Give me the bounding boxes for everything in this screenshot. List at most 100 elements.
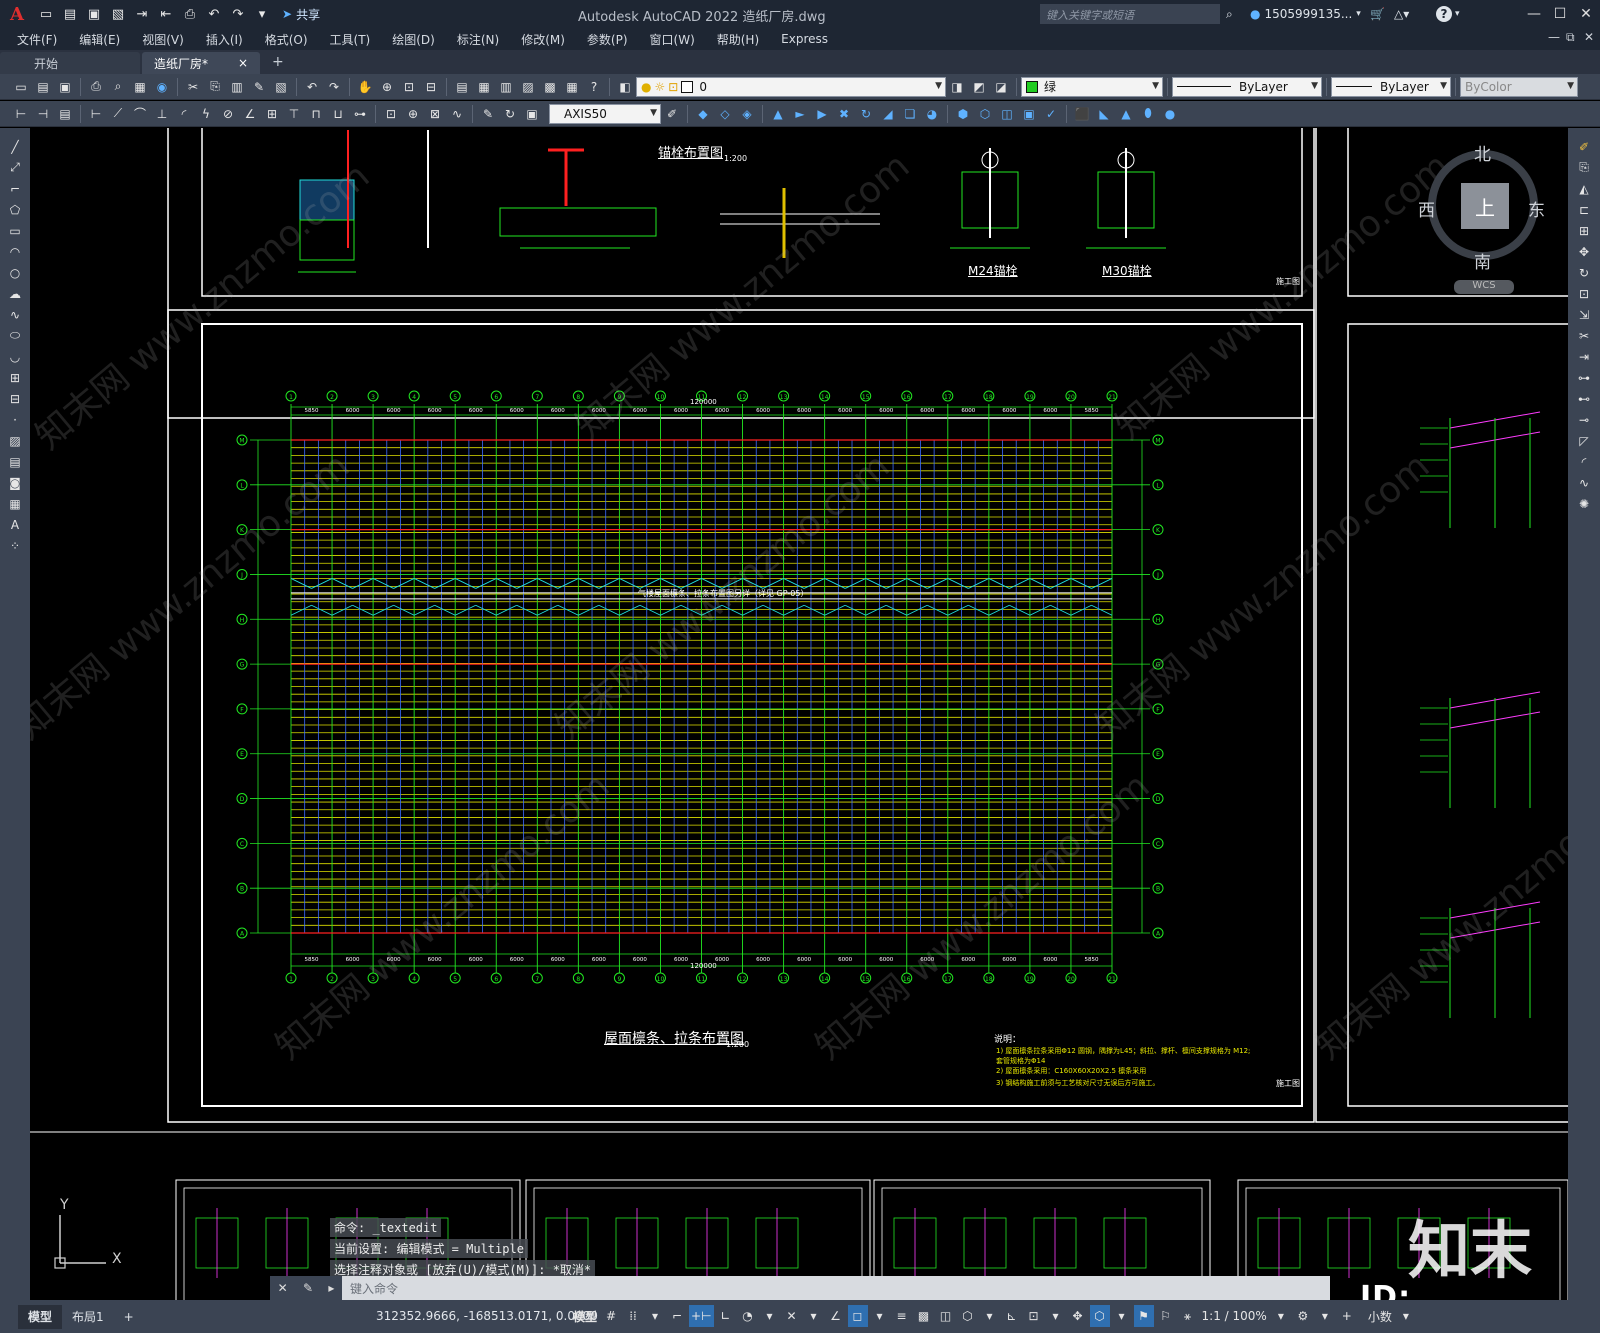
annotation-monitor-icon[interactable]: + (1337, 1305, 1357, 1327)
model-space-toggle[interactable]: 模型 (571, 1305, 599, 1327)
cylinder-icon[interactable]: ⬮ (1138, 104, 1158, 124)
polar-icon[interactable]: ◔ (738, 1305, 758, 1327)
make-current-icon[interactable]: ◨ (947, 77, 967, 97)
auto-scale-icon[interactable]: ⚑ (1133, 1305, 1154, 1327)
color-faces-icon[interactable]: ◕ (922, 104, 942, 124)
selection-filter-icon[interactable]: ⊡ (1024, 1305, 1044, 1327)
hatch-icon[interactable]: ▨ (5, 431, 25, 450)
object-snap-tracking-icon[interactable]: ∠ (826, 1305, 846, 1327)
drawing-canvas[interactable]: 1 1 2 2 3 3 4 4 5 5 6 6 7 7 8 8 9 9 10 10 11 11 12 12 13 13 14 14 15… (30, 128, 1568, 1300)
box-icon[interactable]: ⬛ (1072, 104, 1092, 124)
add-layout-button[interactable]: + (114, 1305, 144, 1329)
linetype-dropdown[interactable]: ByLayer ▼ (1172, 76, 1322, 97)
customize-dropdown-icon[interactable]: ▾ (251, 3, 273, 25)
chevron-down-icon[interactable]: ▾ (980, 1305, 1000, 1327)
gizmo-icon[interactable]: ✥ (1068, 1305, 1088, 1327)
chevron-down-icon[interactable]: ▾ (870, 1305, 890, 1327)
paste-icon[interactable]: ▥ (227, 77, 247, 97)
offset-faces-icon[interactable]: ▶ (812, 104, 832, 124)
arc-icon[interactable]: ◠ (5, 242, 25, 261)
angular-dim-icon[interactable]: ∠ (240, 104, 260, 124)
separate-icon[interactable]: ◫ (997, 104, 1017, 124)
save-icon[interactable]: ▣ (83, 3, 105, 25)
close-icon[interactable]: ✕ (1572, 2, 1600, 26)
ortho-icon[interactable]: ∟ (716, 1305, 736, 1327)
construction-line-icon[interactable]: ⤢ (5, 158, 25, 177)
aligned-dim-icon[interactable]: ⟋ (108, 104, 128, 124)
chevron-down-icon[interactable]: ▾ (1315, 1305, 1335, 1327)
save-icon[interactable]: ▣ (55, 77, 75, 97)
intersect-icon[interactable]: ◈ (737, 104, 757, 124)
arc-length-icon[interactable]: ⌒ (130, 104, 150, 124)
extend-icon[interactable]: ⇥ (1574, 347, 1594, 366)
move-icon[interactable]: ✥ (1574, 242, 1594, 261)
stretch-icon[interactable]: ⇲ (1574, 305, 1594, 324)
layer-state-icon[interactable]: ◪ (991, 77, 1011, 97)
snap-icon[interactable]: ⁞⁞ (623, 1305, 643, 1327)
rotate-icon[interactable]: ↻ (1574, 263, 1594, 282)
menu-insert[interactable]: 插入(I) (195, 31, 254, 48)
check-icon[interactable]: ✓ (1041, 104, 1061, 124)
save-as-icon[interactable]: ▧ (107, 3, 129, 25)
copy-icon[interactable]: ⎘ (205, 77, 225, 97)
undo-icon[interactable]: ↶ (203, 3, 225, 25)
grid-icon[interactable]: # (601, 1305, 621, 1327)
menu-view[interactable]: 视图(V) (131, 31, 195, 48)
union-icon[interactable]: ◆ (693, 104, 713, 124)
mtext-icon[interactable]: A (5, 515, 25, 534)
plot-icon[interactable]: ⎙ (86, 77, 106, 97)
new-file-icon[interactable]: ▭ (35, 3, 57, 25)
jogged-dim-icon[interactable]: ϟ (196, 104, 216, 124)
tab-start[interactable]: 开始 (0, 52, 140, 74)
help-search-input[interactable]: 键入关键字或短语 (1040, 4, 1220, 24)
add-selected-icon[interactable]: ⁘ (5, 536, 25, 555)
continue-dim-icon[interactable]: ⊓ (306, 104, 326, 124)
transparency-icon[interactable]: ▩ (914, 1305, 934, 1327)
center-mark-icon[interactable]: ⊕ (403, 104, 423, 124)
make-block-icon[interactable]: ⊟ (5, 389, 25, 408)
inspect-icon[interactable]: ⊠ (425, 104, 445, 124)
clean-icon[interactable]: ⬡ (975, 104, 995, 124)
object-snap-icon[interactable]: ◻ (847, 1305, 868, 1327)
dim-edit-icon[interactable]: ⊣ (33, 104, 53, 124)
menu-format[interactable]: 格式(O) (254, 31, 319, 48)
cone-icon[interactable]: ▲ (1116, 104, 1136, 124)
subtract-icon[interactable]: ◇ (715, 104, 735, 124)
tab-drawing[interactable]: 造纸厂房* × (142, 52, 260, 74)
sheet-set-icon[interactable]: ▨ (518, 77, 538, 97)
doc-minimize-icon[interactable]: — (1548, 30, 1560, 44)
copy-faces-icon[interactable]: ❏ (900, 104, 920, 124)
menu-window[interactable]: 窗口(W) (639, 31, 706, 48)
gradient-icon[interactable]: ▤ (5, 452, 25, 471)
calculator-icon[interactable]: ▦ (562, 77, 582, 97)
menu-dimension[interactable]: 标注(N) (446, 31, 510, 48)
compass-north[interactable]: 北 (1474, 140, 1491, 165)
help-button[interactable]: ? ▾ (1436, 4, 1460, 24)
move-faces-icon[interactable]: ► (790, 104, 810, 124)
taper-faces-icon[interactable]: ◢ (878, 104, 898, 124)
tolerance-icon[interactable]: ⊡ (381, 104, 401, 124)
properties-icon[interactable]: ▤ (452, 77, 472, 97)
spline-icon[interactable]: ∿ (5, 305, 25, 324)
menu-file[interactable]: 文件(F) (6, 31, 68, 48)
tab-close-icon[interactable]: × (238, 56, 248, 70)
viewcube-top-face[interactable]: 上 (1461, 183, 1509, 229)
array-icon[interactable]: ⊞ (1574, 221, 1594, 240)
dim-override-icon[interactable]: ▣ (522, 104, 542, 124)
menu-express[interactable]: Express (770, 32, 839, 46)
viewcube[interactable]: 上 北 南 东 西 WCS (1418, 140, 1548, 330)
imprint-icon[interactable]: ⬢ (953, 104, 973, 124)
tab-model[interactable]: 模型 (18, 1304, 63, 1329)
dim-style-manager-icon[interactable]: ✐ (662, 104, 682, 124)
menu-edit[interactable]: 编辑(E) (68, 31, 131, 48)
layer-dropdown[interactable]: ● ☼ ⊡ 0 ▼ (636, 76, 946, 97)
workspace-gear-icon[interactable]: ⚙ (1293, 1305, 1313, 1327)
chamfer-icon[interactable]: ◸ (1574, 431, 1594, 450)
preview-icon[interactable]: ⌕ (108, 77, 128, 97)
selection-cycling-icon[interactable]: ◫ (936, 1305, 956, 1327)
break-icon[interactable]: ⊷ (1574, 389, 1594, 408)
line-icon[interactable]: ╱ (5, 137, 25, 156)
menu-tools[interactable]: 工具(T) (319, 31, 382, 48)
print-icon[interactable]: ⎙ (179, 3, 201, 25)
publish-icon[interactable]: ▦ (130, 77, 150, 97)
